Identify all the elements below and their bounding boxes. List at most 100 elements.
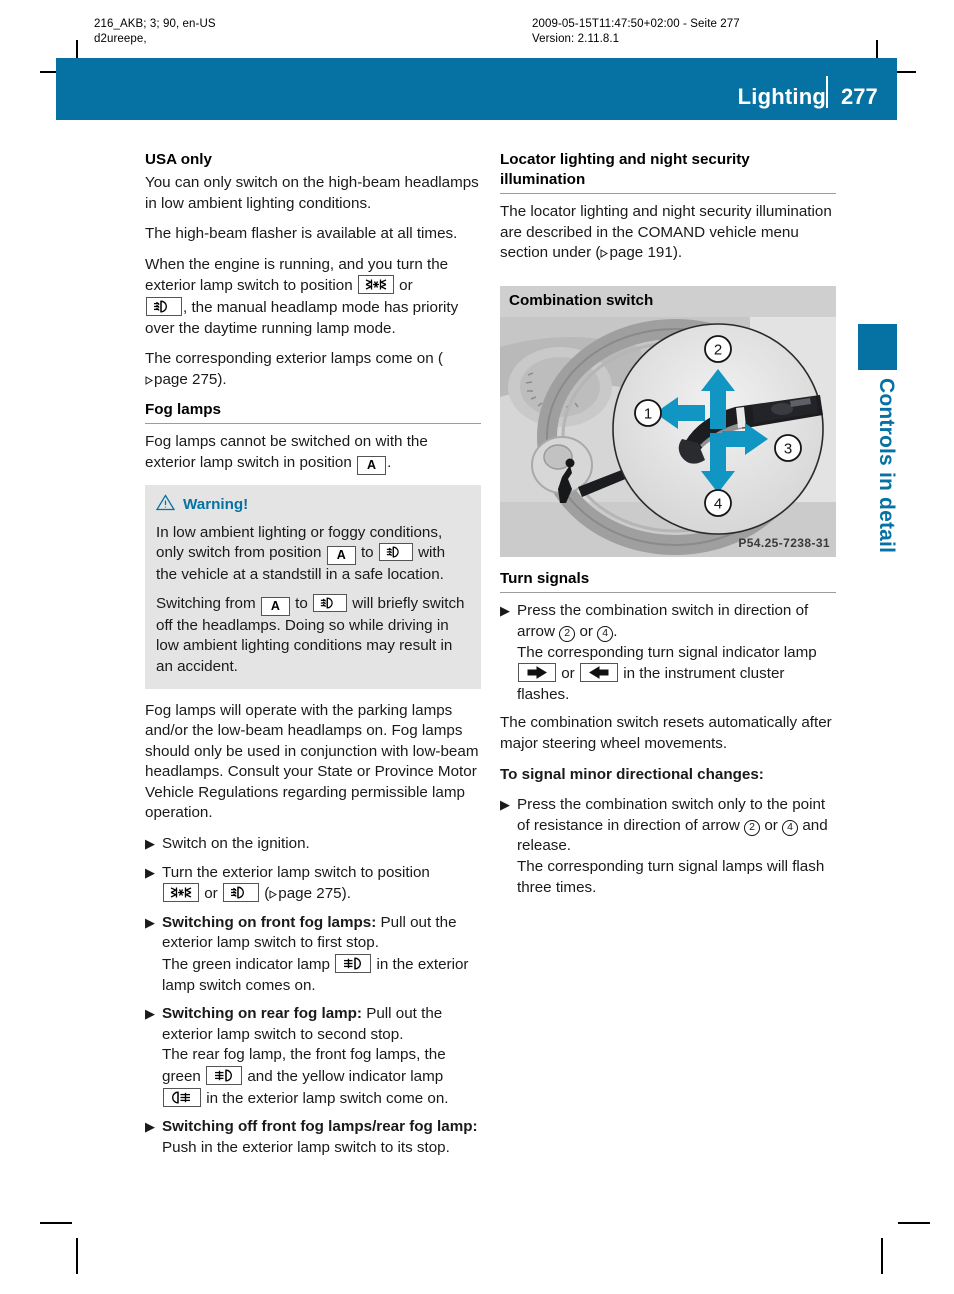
list-item: ▶ Press the combination switch only to t… — [500, 795, 836, 898]
right-column: Locator lighting and night security illu… — [500, 150, 836, 906]
page-reference: page 275 — [145, 371, 217, 388]
usa-para-4-b: ). — [217, 370, 227, 388]
step-5-bold: Switching off front fog lamps/rear fog l… — [162, 1118, 478, 1136]
list-item: ▶ Switching off front fog lamps/rear fog… — [145, 1117, 481, 1158]
page-title: Lighting — [737, 84, 826, 109]
page-number: 277 — [841, 84, 878, 109]
step-marker-icon: ▶ — [500, 797, 510, 813]
page-reference-label[interactable]: page 275 — [154, 371, 217, 388]
heading-rule-turn-signals — [500, 592, 836, 594]
usa-para-3-or: or — [399, 277, 413, 295]
thumb-tab-label: Controls in detail — [875, 378, 898, 554]
warning-p2-a: Switching from — [156, 594, 256, 612]
step-4-bold: Switching on rear fog lamp: — [162, 1005, 362, 1023]
ts-step1-d: in the instrument cluster flashes. — [517, 665, 785, 703]
step-4-text-d: in the exterior lamp switch come on. — [206, 1089, 449, 1107]
print-mark-right: 2009-05-15T11:47:50+02:00 - Seite 277 Ver… — [532, 18, 740, 45]
step-4-text-c: and the yellow indicator lamp — [247, 1068, 444, 1085]
svg-text:4: 4 — [714, 496, 722, 513]
crop-mark-bottom-left-v — [76, 1238, 78, 1274]
minor-heading-text: To signal minor directional changes: — [500, 765, 764, 783]
page-reference-label[interactable]: page 275 — [278, 885, 341, 902]
step-marker-icon: ▶ — [145, 864, 155, 880]
step-3-text-b: The green indicator lamp — [162, 956, 330, 974]
parking-lamp-icon — [357, 275, 394, 295]
usa-para-4: The corresponding exterior lamps come on… — [145, 349, 481, 390]
crop-mark-bottom-right-v — [881, 1238, 883, 1274]
turn-signal-reset-note: The combination switch resets automatica… — [500, 714, 832, 752]
usa-para-4-a: The corresponding exterior lamps come on… — [145, 350, 443, 368]
print-mark-left: 216_AKB; 3; 90, en-US d2ureepe, — [94, 18, 216, 45]
step-3-bold: Switching on front fog lamps: — [162, 913, 377, 931]
list-item: ▶ Switching on front fog lamps: Pull out… — [145, 913, 481, 996]
manual-page: 216_AKB; 3; 90, en-US d2ureepe, 2009-05-1… — [0, 0, 954, 1294]
locator-para-b: ). — [672, 244, 683, 262]
auto-position-icon: A — [326, 546, 356, 566]
list-item: ▶ Press the combination switch in direct… — [500, 601, 836, 705]
turn-signal-left-icon — [579, 663, 618, 683]
step-marker-icon: ▶ — [145, 836, 155, 852]
svg-text:2: 2 — [714, 342, 722, 359]
step-2-text-c: ). — [341, 885, 351, 903]
ts-step1-c: The corresponding turn signal indicator … — [517, 643, 817, 661]
page-reference-label[interactable]: page 191 — [609, 244, 672, 261]
callout-number: 4 — [782, 819, 799, 836]
figure-caption: P54.25-7238-31 — [738, 535, 830, 550]
parking-lamp-icon — [163, 883, 199, 903]
warning-p2-to: to — [295, 594, 308, 612]
header-divider — [826, 76, 828, 108]
list-item: ▶ Turn the exterior lamp switch to posit… — [145, 863, 481, 905]
step-2-text-a: Turn the exterior lamp switch to positio… — [162, 863, 430, 881]
thumb-tab-marker — [858, 324, 897, 370]
crop-mark-bottom-left-h — [40, 1222, 72, 1224]
callout-number: 2 — [559, 625, 576, 642]
turn-signal-steps-primary: ▶ Press the combination switch in direct… — [500, 601, 836, 705]
ts-step1-or: or — [579, 622, 593, 640]
page-reference: page 275 — [269, 885, 342, 902]
turn-signal-right-icon — [518, 663, 556, 683]
low-beam-headlamp-icon — [146, 296, 182, 316]
usa-para-1: You can only switch on the high-beam hea… — [145, 174, 479, 212]
warning-para-1: In low ambient lighting or foggy conditi… — [156, 523, 470, 586]
step-marker-icon: ▶ — [500, 603, 510, 619]
warning-para-2: Switching from A to will briefly switch … — [156, 593, 470, 678]
step-1-text: Switch on the ignition. — [162, 835, 310, 853]
callout-number: 4 — [597, 625, 614, 642]
callout-number: 2 — [744, 819, 761, 836]
page-reference: page 191 — [600, 244, 673, 261]
warning-triangle-icon — [155, 494, 176, 518]
combination-switch-illustration: 2 1 3 4 — [500, 317, 836, 558]
ts-step2-c: The corresponding turn signal lamps will… — [517, 857, 825, 896]
low-beam-headlamp-icon — [222, 883, 259, 903]
fog-intro: Fog lamps cannot be switched on with the… — [145, 432, 481, 475]
usa-para-3: When the engine is running, and you turn… — [145, 255, 481, 339]
svg-text:3: 3 — [784, 441, 792, 458]
ts-step2-or: or — [764, 816, 778, 834]
crop-mark-bottom-right-h — [898, 1222, 930, 1224]
heading-rule-locator — [500, 193, 836, 194]
locator-para: The locator lighting and night security … — [500, 202, 836, 264]
section-bar-combination-switch: Combination switch — [500, 285, 836, 318]
warning-header: Warning! — [155, 494, 470, 518]
low-beam-headlamp-icon — [313, 593, 348, 612]
usa-para-3-b: , the manual headlamp mode has priority … — [145, 298, 459, 337]
heading-turn-signals: Turn signals — [500, 570, 590, 588]
warning-box: Warning! In low ambient lighting or fogg… — [145, 484, 481, 689]
page-ref-triangle-icon — [145, 371, 153, 385]
warning-p1-to: to — [360, 544, 374, 562]
step-5-text-a: Push in the exterior lamp switch to its … — [162, 1138, 450, 1156]
step-2-or: or — [204, 885, 218, 903]
heading-rule-fog-lamps — [145, 423, 481, 425]
usa-para-2: The high-beam flasher is available at al… — [145, 225, 458, 243]
step-marker-icon: ▶ — [145, 1119, 155, 1135]
combination-switch-figure: 2 1 3 4 P54.25-7238-31 — [500, 317, 836, 558]
warning-label: Warning! — [183, 496, 249, 514]
front-fog-lamp-icon — [206, 1066, 243, 1085]
fog-lamp-steps: ▶ Switch on the ignition. ▶ Turn the ext… — [145, 834, 481, 1158]
left-column: USA only You can only switch on the high… — [145, 150, 481, 1166]
ts-step1-or2: or — [561, 665, 575, 683]
turn-signal-steps-minor: ▶ Press the combination switch only to t… — [500, 795, 836, 898]
step-marker-icon: ▶ — [145, 914, 155, 930]
step-marker-icon: ▶ — [145, 1006, 155, 1022]
turn-signal-minor-heading: To signal minor directional changes: — [500, 765, 836, 786]
